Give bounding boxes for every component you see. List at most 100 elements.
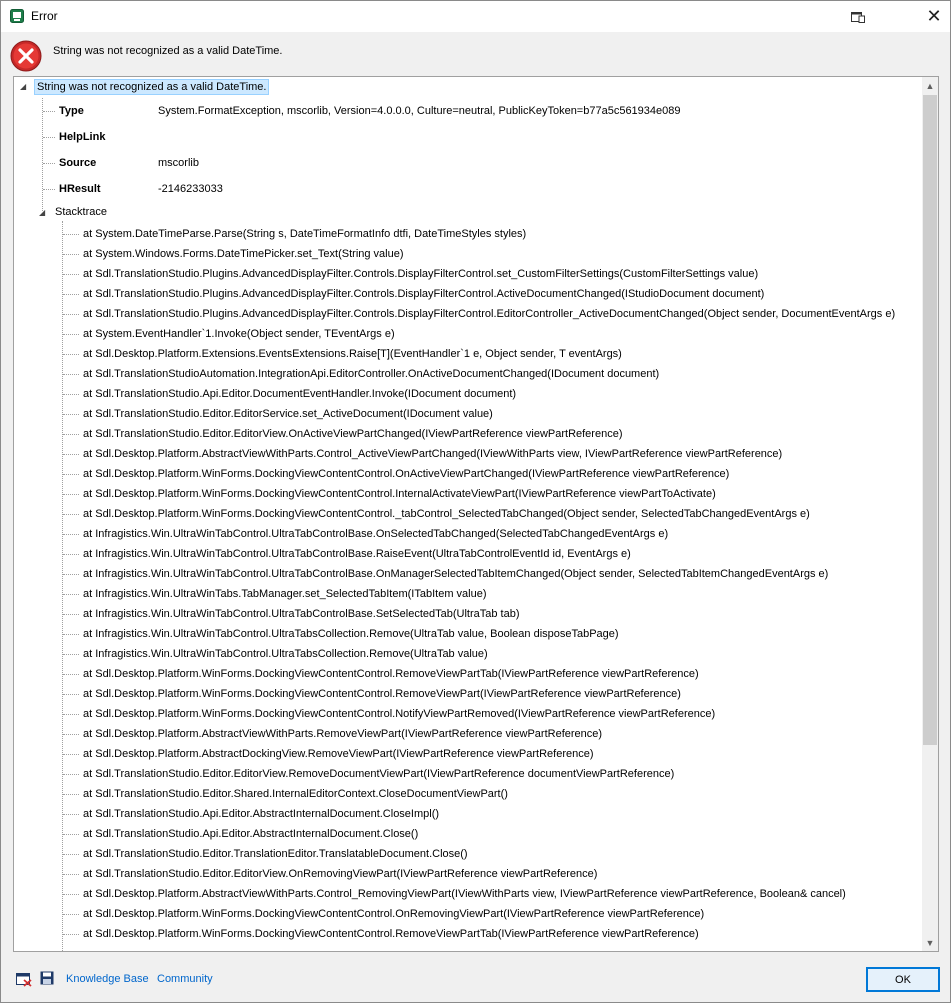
community-link[interactable]: Community xyxy=(157,973,213,985)
stack-frame[interactable]: at Sdl.TranslationStudioAutomation.Integ… xyxy=(83,364,659,384)
error-message: String was not recognized as a valid Dat… xyxy=(53,45,283,57)
stack-frame[interactable]: at Sdl.Desktop.Platform.Extensions.Event… xyxy=(83,344,622,364)
stacktrace-node[interactable]: Stacktrace xyxy=(55,206,107,218)
tree-line xyxy=(63,834,79,835)
tree-line xyxy=(63,354,79,355)
stack-frame[interactable]: at Infragistics.Win.UltraWinTabs.TabMana… xyxy=(83,584,487,604)
stack-frame[interactable]: at Sdl.TranslationStudio.Editor.EditorVi… xyxy=(83,764,674,784)
stack-frame[interactable]: at Infragistics.Win.UltraWinTabControl.U… xyxy=(83,604,520,624)
tree-line xyxy=(43,163,55,164)
ok-button[interactable]: OK xyxy=(866,967,940,992)
exception-tree[interactable]: ◢ String was not recognized as a valid D… xyxy=(13,76,939,952)
error-dialog: Error ✕ String was not recognized as a v… xyxy=(0,0,951,1003)
tree-line xyxy=(63,714,79,715)
tree-line xyxy=(63,334,79,335)
scroll-up-button[interactable]: ▲ xyxy=(922,77,938,94)
stack-frame[interactable]: at Sdl.TranslationStudio.Editor.EditorVi… xyxy=(83,424,622,444)
stack-frame[interactable]: at Sdl.TranslationStudio.Editor.Translat… xyxy=(83,844,468,864)
collapse-stacktrace-icon[interactable]: ◢ xyxy=(39,208,49,218)
tree-line xyxy=(63,854,79,855)
tree-line xyxy=(63,634,79,635)
stack-frame[interactable]: at Sdl.TranslationStudio.Plugins.Advance… xyxy=(83,264,758,284)
stack-frame[interactable]: at System.EventHandler`1.Invoke(Object s… xyxy=(83,324,395,344)
stack-frame[interactable]: at Sdl.Desktop.Platform.WinForms.Docking… xyxy=(83,924,699,944)
chevron-down-icon: ▼ xyxy=(925,937,935,948)
stack-frame[interactable]: at System.Windows.Forms.DateTimePicker.s… xyxy=(83,244,404,264)
stack-frame[interactable]: at Infragistics.Win.UltraWinTabControl.U… xyxy=(83,524,668,544)
tree-line xyxy=(63,394,79,395)
stack-frame[interactable]: at Sdl.Desktop.Platform.AbstractViewWith… xyxy=(83,724,602,744)
tree-line xyxy=(63,314,79,315)
tree-line xyxy=(63,254,79,255)
tree-line xyxy=(63,814,79,815)
stack-frame[interactable]: at Sdl.Desktop.Platform.WinForms.Docking… xyxy=(83,704,715,724)
tree-line xyxy=(63,874,79,875)
stack-frame[interactable]: at Sdl.Desktop.Platform.WinForms.Docking… xyxy=(83,904,704,924)
prop-helplink-name: HelpLink xyxy=(59,131,106,143)
stack-frame[interactable]: at Infragistics.Win.UltraWinTabControl.U… xyxy=(83,624,619,644)
tree-line xyxy=(63,534,79,535)
stack-frame[interactable]: at Sdl.Desktop.Platform.WinForms.Docking… xyxy=(83,484,716,504)
prop-hresult-name: HResult xyxy=(59,183,101,195)
prop-source-value: mscorlib xyxy=(158,157,199,169)
stack-frame[interactable]: at Sdl.TranslationStudio.Plugins.Advance… xyxy=(83,284,764,304)
scroll-thumb[interactable] xyxy=(923,95,937,745)
stack-frame[interactable]: at Sdl.Desktop.Platform.WinForms.Docking… xyxy=(83,504,810,524)
tree-line xyxy=(63,614,79,615)
tree-line xyxy=(63,754,79,755)
stack-frame[interactable]: at Sdl.Desktop.Platform.WinForms.Docking… xyxy=(83,684,681,704)
tree-line xyxy=(62,221,63,951)
stack-frame[interactable]: at Sdl.TranslationStudio.Editor.EditorSe… xyxy=(83,404,493,424)
prop-hresult-value: -2146233033 xyxy=(158,183,223,195)
pin-window-icon xyxy=(851,11,865,23)
tree-line xyxy=(43,189,55,190)
stack-frame[interactable]: at System.DateTimeParse.Parse(String s, … xyxy=(83,224,526,244)
stack-frame[interactable]: at Sdl.Desktop.Platform.WinForms.Docking… xyxy=(83,464,729,484)
stack-frame[interactable]: at Sdl.TranslationStudio.Api.Editor.Docu… xyxy=(83,384,516,404)
close-button[interactable]: ✕ xyxy=(919,3,949,29)
stack-frame[interactable]: at Sdl.Desktop.Platform.AbstractDockingV… xyxy=(83,744,594,764)
stack-frame[interactable]: at Sdl.Desktop.Platform.WinForms.Docking… xyxy=(83,664,699,684)
tree-line xyxy=(63,894,79,895)
knowledge-base-link[interactable]: Knowledge Base xyxy=(66,973,149,985)
stack-frame[interactable]: at Sdl.TranslationStudio.Api.Editor.Abst… xyxy=(83,824,418,844)
tree-line xyxy=(63,794,79,795)
stack-frame[interactable]: at Sdl.TranslationStudio.Editor.Shared.I… xyxy=(83,784,508,804)
tree-line xyxy=(63,274,79,275)
error-header: String was not recognized as a valid Dat… xyxy=(1,32,950,75)
tree-line xyxy=(43,111,55,112)
stack-frame[interactable]: at Sdl.TranslationStudio.Plugins.Advance… xyxy=(83,304,895,324)
close-icon: ✕ xyxy=(926,5,942,26)
tree-line xyxy=(63,554,79,555)
email-report-icon[interactable] xyxy=(16,971,32,987)
prop-type-value: System.FormatException, mscorlib, Versio… xyxy=(158,105,681,117)
stack-frame[interactable]: at Sdl.Desktop.Platform.AbstractViewWith… xyxy=(83,444,782,464)
stack-frame[interactable]: at Sdl.Desktop.Platform.AbstractViewWith… xyxy=(83,884,846,904)
tree-line xyxy=(63,454,79,455)
app-window-icon xyxy=(10,9,24,23)
title-bar: Error ✕ xyxy=(1,1,950,32)
tree-line xyxy=(63,674,79,675)
tree-content: ◢ String was not recognized as a valid D… xyxy=(14,77,922,951)
tree-line xyxy=(63,494,79,495)
tree-line xyxy=(63,574,79,575)
prop-type-name: Type xyxy=(59,105,84,117)
vertical-scrollbar[interactable]: ▲ ▼ xyxy=(922,77,938,951)
stack-frame[interactable]: at Sdl.TranslationStudio.Api.Editor.Abst… xyxy=(83,804,439,824)
stack-frame[interactable]: at Infragistics.Win.UltraWinTabControl.U… xyxy=(83,564,828,584)
tree-line xyxy=(63,934,79,935)
chevron-up-icon: ▲ xyxy=(925,80,935,91)
tree-line xyxy=(63,654,79,655)
tree-root-node[interactable]: String was not recognized as a valid Dat… xyxy=(34,79,270,95)
stack-frame[interactable]: at Infragistics.Win.UltraWinTabControl.U… xyxy=(83,644,488,664)
stack-frame[interactable]: at Infragistics.Win.UltraWinTabControl.U… xyxy=(83,544,631,564)
stack-frame[interactable]: at Sdl.TranslationStudio.Editor.EditorVi… xyxy=(83,864,597,884)
tree-line xyxy=(63,374,79,375)
scroll-down-button[interactable]: ▼ xyxy=(922,934,938,951)
tree-line xyxy=(63,514,79,515)
tree-line xyxy=(63,734,79,735)
collapse-root-icon[interactable]: ◢ xyxy=(20,82,30,92)
save-icon[interactable] xyxy=(40,971,54,985)
tree-line xyxy=(63,594,79,595)
pin-window-button[interactable] xyxy=(843,5,873,29)
